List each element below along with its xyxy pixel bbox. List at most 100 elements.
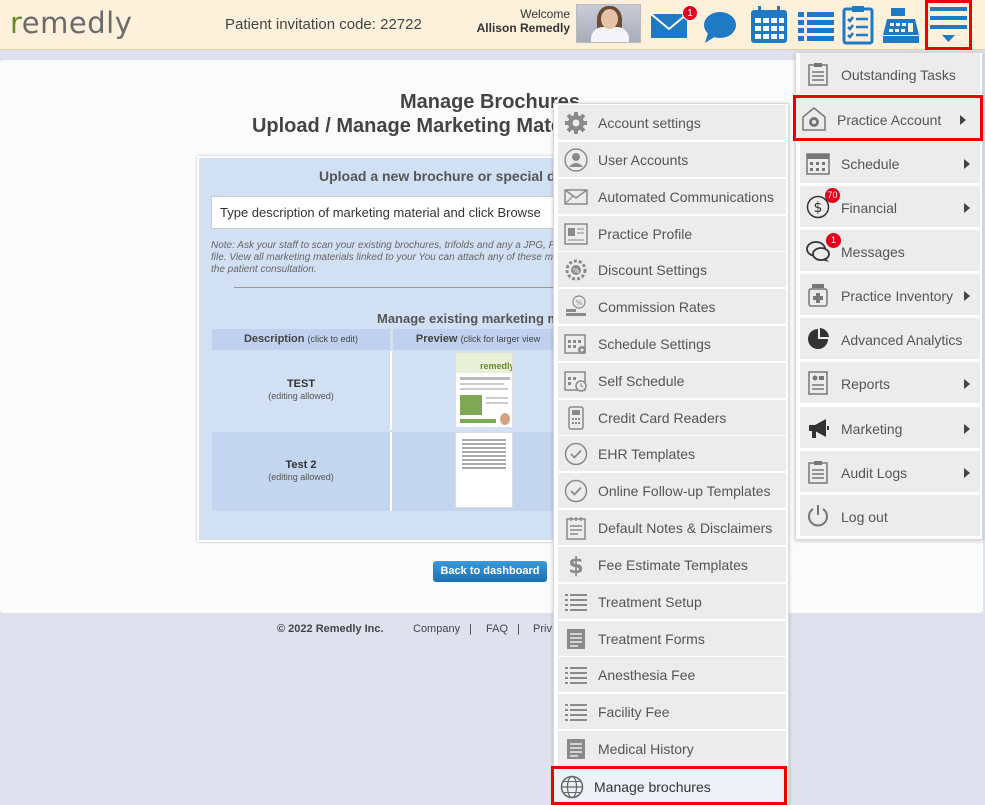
check-circle-icon <box>564 479 588 503</box>
row-description[interactable]: Test 2 (editing allowed) <box>212 459 390 483</box>
footer-separator: | <box>517 623 520 635</box>
gear-icon <box>565 112 587 134</box>
clipboard-icon <box>808 63 828 86</box>
submenu-item-online-followup-templates[interactable]: Online Follow-up Templates <box>558 473 786 509</box>
submenu-item-account-settings[interactable]: Account settings <box>558 105 786 141</box>
menu-item-log-out[interactable]: Log out <box>800 495 980 537</box>
megaphone-icon <box>809 419 829 438</box>
col-preview-label: Preview <box>415 333 458 345</box>
menu-item-advanced-analytics[interactable]: Advanced Analytics <box>800 318 980 360</box>
submenu-label: Automated Communications <box>598 189 774 205</box>
submenu-item-facility-fee[interactable]: Facility Fee <box>558 694 786 730</box>
list-view-icon[interactable] <box>796 5 836 45</box>
menu-label: Messages <box>841 244 905 260</box>
submenu-item-treatment-forms[interactable]: Treatment Forms <box>558 621 786 657</box>
row-note: (editing allowed) <box>268 472 334 482</box>
submenu-label: Discount Settings <box>598 262 707 278</box>
back-to-dashboard-button[interactable]: Back to dashboard <box>433 561 547 582</box>
row-note: (editing allowed) <box>268 391 334 401</box>
menu-item-marketing[interactable]: Marketing <box>800 407 980 449</box>
pie-chart-icon <box>808 328 829 349</box>
chevron-right-icon <box>964 424 970 434</box>
cash-register-icon[interactable] <box>881 5 921 45</box>
checklist-icon[interactable] <box>838 5 878 45</box>
logo-r: r <box>10 6 22 40</box>
upload-note: Note: Ask your staff to scan your existi… <box>211 240 608 275</box>
submenu-label: Facility Fee <box>598 704 670 720</box>
submenu-item-medical-history[interactable]: Medical History <box>558 731 786 767</box>
submenu-item-default-notes[interactable]: Default Notes & Disclaimers <box>558 510 786 546</box>
remedly-logo[interactable]: remedly <box>10 6 132 40</box>
svg-text:%: % <box>576 299 583 307</box>
submenu-item-credit-card-readers[interactable]: Credit Card Readers <box>558 400 786 436</box>
footer-link-faq[interactable]: FAQ <box>486 623 508 635</box>
welcome-block: Welcome Allison Remedly <box>477 7 570 35</box>
menu-item-practice-inventory[interactable]: Practice Inventory <box>800 274 980 316</box>
report-icon <box>808 371 828 395</box>
footer-separator: | <box>469 623 472 635</box>
upload-panel-title: Upload a new brochure or special dea <box>319 168 572 184</box>
svg-text:$: $ <box>568 554 583 577</box>
menu-label: Log out <box>841 509 888 525</box>
coins-icon: % <box>566 295 586 316</box>
footer-link-company[interactable]: Company <box>413 623 460 635</box>
globe-icon <box>560 775 584 799</box>
submenu-item-anesthesia-fee[interactable]: Anesthesia Fee <box>558 657 786 693</box>
gear-house-icon <box>802 107 826 131</box>
menu-item-outstanding-tasks[interactable]: Outstanding Tasks <box>800 53 980 95</box>
chevron-right-icon <box>964 159 970 169</box>
user-name: Allison Remedly <box>476 21 570 35</box>
submenu-label: Anesthesia Fee <box>598 667 696 683</box>
calendar-clock-icon <box>564 371 587 392</box>
submenu-item-ehr-templates[interactable]: EHR Templates <box>558 436 786 472</box>
submenu-item-automated-communications[interactable]: Automated Communications <box>558 179 786 215</box>
chevron-right-icon <box>964 379 970 389</box>
power-icon <box>808 505 828 527</box>
avatar[interactable] <box>576 4 641 43</box>
menu-item-practice-account[interactable]: Practice Account <box>793 95 983 141</box>
row-description[interactable]: TEST (editing allowed) <box>212 378 390 402</box>
submenu-item-manage-brochures[interactable]: Manage brochures <box>551 766 787 805</box>
discount-gear-icon: % <box>565 259 587 281</box>
submenu-item-treatment-setup[interactable]: Treatment Setup <box>558 584 786 620</box>
practice-account-submenu: Account settings User Accounts Automated… <box>551 103 789 805</box>
calendar-icon[interactable] <box>749 5 789 45</box>
submenu-label: Online Follow-up Templates <box>598 483 771 499</box>
submenu-label: Commission Rates <box>598 299 716 315</box>
submenu-label: User Accounts <box>598 152 689 168</box>
submenu-item-practice-profile[interactable]: Practice Profile <box>558 216 786 252</box>
description-input[interactable]: Type description of marketing material a… <box>211 196 611 229</box>
submenu-label: Account settings <box>598 115 701 131</box>
copyright: © 2022 Remedly Inc. <box>277 623 384 635</box>
submenu-label: Schedule Settings <box>598 336 711 352</box>
form-icon <box>567 629 585 649</box>
brochure-thumbnail[interactable] <box>455 432 513 508</box>
submenu-item-commission-rates[interactable]: % Commission Rates <box>558 289 786 325</box>
list-icon <box>565 667 587 684</box>
user-icon <box>564 148 588 172</box>
check-circle-icon <box>564 442 588 466</box>
submenu-item-discount-settings[interactable]: % Discount Settings <box>558 252 786 288</box>
menu-item-financial[interactable]: $ 70 Financial <box>800 186 980 228</box>
menu-item-audit-logs[interactable]: Audit Logs <box>800 451 980 493</box>
svg-text:$: $ <box>814 200 823 216</box>
chat-bubble-icon[interactable] <box>700 5 740 45</box>
menu-label: Advanced Analytics <box>841 332 963 348</box>
footer-link-privacy[interactable]: Priv <box>533 623 552 635</box>
menu-item-schedule[interactable]: Schedule <box>800 142 980 184</box>
submenu-item-fee-estimate-templates[interactable]: $ Fee Estimate Templates <box>558 547 786 583</box>
calendar-gear-icon <box>564 334 586 354</box>
main-menu-toggle[interactable] <box>925 0 972 50</box>
brochure-thumbnail[interactable]: remedly <box>455 352 513 428</box>
welcome-label: Welcome <box>520 7 570 21</box>
submenu-item-self-schedule[interactable]: Self Schedule <box>558 363 786 399</box>
col-preview-hint: (click for larger view <box>460 334 541 344</box>
svg-text:%: % <box>573 267 580 275</box>
submenu-item-schedule-settings[interactable]: Schedule Settings <box>558 326 786 362</box>
divider <box>234 287 574 288</box>
submenu-item-user-accounts[interactable]: User Accounts <box>558 142 786 178</box>
menu-item-messages[interactable]: 1 Messages <box>800 230 980 272</box>
dollar-sign-icon: $ <box>568 554 583 577</box>
menu-label: Marketing <box>841 421 903 437</box>
menu-item-reports[interactable]: Reports <box>800 362 980 404</box>
